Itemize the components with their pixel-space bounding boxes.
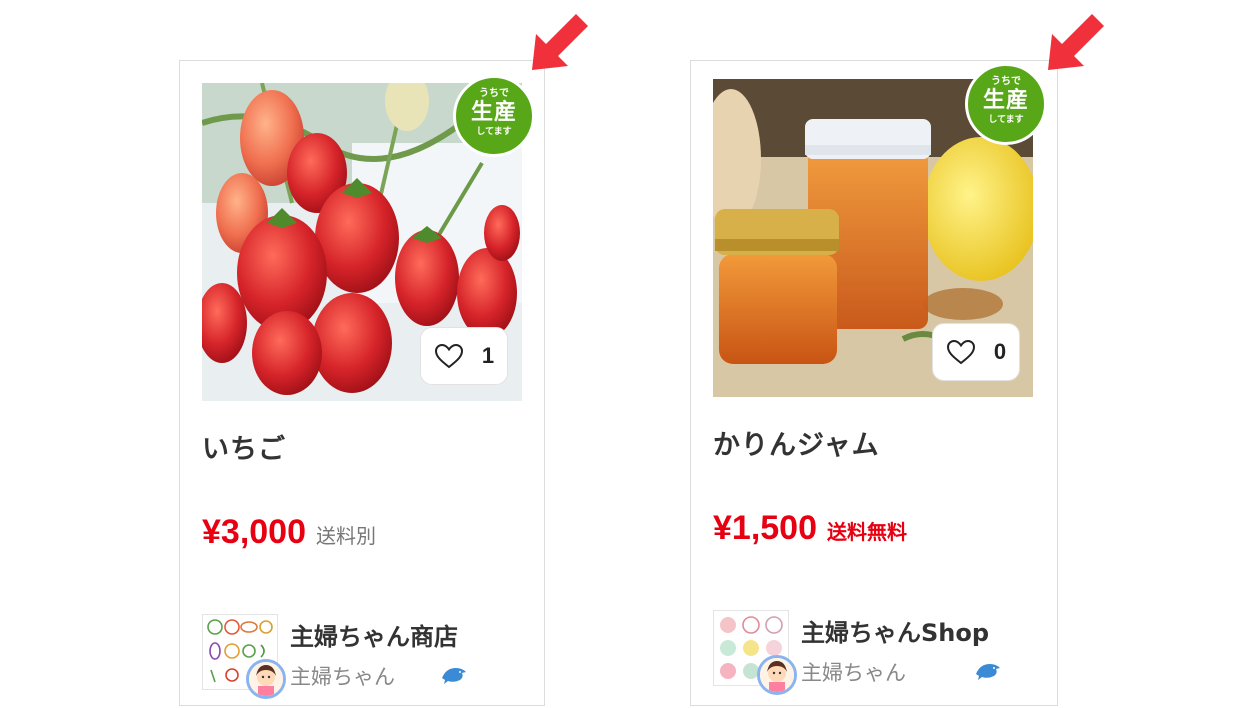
badge-main-text: 生産 <box>470 100 517 125</box>
home-produced-badge: うちで 生産 してます <box>453 75 535 157</box>
favorite-button[interactable]: 0 <box>932 323 1020 381</box>
product-card-quince-jam[interactable]: うちで 生産 してます 0 かりんジャム ¥1,500 送料無料 主婦ちゃんSh… <box>690 60 1058 706</box>
favorite-count: 1 <box>481 343 495 368</box>
seller-avatar[interactable] <box>757 655 797 695</box>
badge-top-text: うちで <box>991 76 1021 87</box>
shop-name[interactable]: 主婦ちゃんShop <box>801 613 989 648</box>
badge-main-text: 生産 <box>982 88 1029 113</box>
product-title[interactable]: かりんジャム <box>713 423 880 462</box>
seller-avatar[interactable] <box>246 659 286 699</box>
heart-outline-icon <box>434 343 463 369</box>
red-arrow-icon <box>1048 14 1104 70</box>
price-row: ¥1,500 送料無料 <box>713 509 907 548</box>
dolphin-icon <box>976 664 1000 680</box>
favorite-count: 0 <box>993 339 1007 364</box>
product-price: ¥1,500 <box>713 509 817 547</box>
shop-name[interactable]: 主婦ちゃん商店 <box>290 617 458 652</box>
red-arrow-icon <box>532 14 588 70</box>
favorite-button[interactable]: 1 <box>420 327 508 385</box>
seller-name[interactable]: 主婦ちゃん <box>290 661 395 691</box>
free-shipping-label: 送料無料 <box>827 520 907 544</box>
seller-name[interactable]: 主婦ちゃん <box>801 657 906 687</box>
product-card-strawberry[interactable]: うちで 生産 してます 1 いちご ¥3,000 送料別 主婦ちゃん商店 主婦ち… <box>179 60 545 706</box>
price-row: ¥3,000 送料別 <box>202 513 376 552</box>
badge-bottom-text: してます <box>988 115 1024 125</box>
shipping-label: 送料別 <box>316 524 376 548</box>
badge-top-text: うちで <box>479 88 509 99</box>
badge-bottom-text: してます <box>476 127 512 137</box>
dolphin-icon <box>442 668 466 684</box>
product-price: ¥3,000 <box>202 513 306 551</box>
home-produced-badge: うちで 生産 してます <box>965 63 1047 145</box>
heart-outline-icon <box>946 339 975 365</box>
product-title[interactable]: いちご <box>202 427 286 466</box>
